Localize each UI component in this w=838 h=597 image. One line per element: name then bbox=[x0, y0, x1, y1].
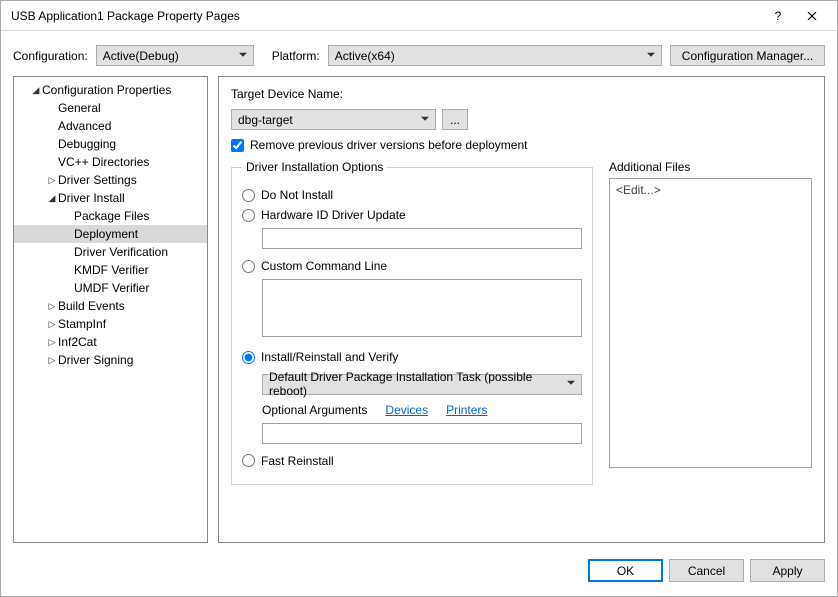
radio-do-not-install[interactable] bbox=[242, 189, 255, 202]
driver-install-options-group: Driver Installation Options Do Not Insta… bbox=[231, 160, 593, 485]
config-manager-button[interactable]: Configuration Manager... bbox=[670, 45, 825, 66]
remove-previous-label: Remove previous driver versions before d… bbox=[250, 138, 527, 152]
content-pane: Target Device Name: dbg-target ... Remov… bbox=[218, 76, 825, 543]
configuration-label: Configuration: bbox=[13, 49, 88, 63]
platform-label: Platform: bbox=[272, 49, 320, 63]
help-button[interactable]: ? bbox=[761, 5, 795, 27]
custom-cmd-textarea[interactable] bbox=[262, 279, 582, 337]
close-button[interactable] bbox=[795, 5, 829, 27]
group-legend: Driver Installation Options bbox=[242, 160, 387, 174]
radio-hwid-update[interactable] bbox=[242, 209, 255, 222]
tree-item-deployment[interactable]: Deployment bbox=[14, 225, 207, 243]
optional-args-input[interactable] bbox=[262, 423, 582, 444]
browse-target-button[interactable]: ... bbox=[442, 109, 468, 130]
radio-install-verify[interactable] bbox=[242, 351, 255, 364]
remove-previous-checkbox[interactable] bbox=[231, 139, 244, 152]
target-device-dropdown[interactable]: dbg-target bbox=[231, 109, 436, 130]
radio-fast-reinstall[interactable] bbox=[242, 454, 255, 467]
platform-dropdown[interactable]: Active(x64) bbox=[328, 45, 662, 66]
tree-item-driver-install[interactable]: ◢Driver Install bbox=[14, 189, 207, 207]
property-pages-window: USB Application1 Package Property Pages … bbox=[0, 0, 838, 597]
devices-link[interactable]: Devices bbox=[385, 403, 428, 417]
tree-item-build-events[interactable]: ▷Build Events bbox=[14, 297, 207, 315]
tree-item-stampinf[interactable]: ▷StampInf bbox=[14, 315, 207, 333]
apply-button[interactable]: Apply bbox=[750, 559, 825, 582]
dialog-footer: OK Cancel Apply bbox=[1, 551, 837, 596]
tree-item-driver-verification[interactable]: Driver Verification bbox=[14, 243, 207, 261]
tree-item-general[interactable]: General bbox=[14, 99, 207, 117]
install-task-dropdown[interactable]: Default Driver Package Installation Task… bbox=[262, 374, 582, 395]
optional-args-label: Optional Arguments bbox=[262, 403, 367, 417]
tree-item-vc-directories[interactable]: VC++ Directories bbox=[14, 153, 207, 171]
config-row: Configuration: Active(Debug) Platform: A… bbox=[1, 31, 837, 76]
additional-files-label: Additional Files bbox=[609, 160, 812, 174]
tree-root[interactable]: ◢Configuration Properties bbox=[14, 81, 207, 99]
titlebar: USB Application1 Package Property Pages … bbox=[1, 1, 837, 31]
window-title: USB Application1 Package Property Pages bbox=[11, 9, 761, 23]
tree-item-umdf-verifier[interactable]: UMDF Verifier bbox=[14, 279, 207, 297]
configuration-dropdown[interactable]: Active(Debug) bbox=[96, 45, 254, 66]
ok-button[interactable]: OK bbox=[588, 559, 663, 582]
target-label: Target Device Name: bbox=[231, 87, 812, 101]
tree-item-package-files[interactable]: Package Files bbox=[14, 207, 207, 225]
cancel-button[interactable]: Cancel bbox=[669, 559, 744, 582]
additional-files-list[interactable]: <Edit...> bbox=[609, 178, 812, 468]
tree-item-advanced[interactable]: Advanced bbox=[14, 117, 207, 135]
printers-link[interactable]: Printers bbox=[446, 403, 487, 417]
nav-tree[interactable]: ◢Configuration Properties GeneralAdvance… bbox=[13, 76, 208, 543]
tree-item-kmdf-verifier[interactable]: KMDF Verifier bbox=[14, 261, 207, 279]
hwid-input[interactable] bbox=[262, 228, 582, 249]
tree-item-inf2cat[interactable]: ▷Inf2Cat bbox=[14, 333, 207, 351]
radio-custom-cmd[interactable] bbox=[242, 260, 255, 273]
tree-item-driver-signing[interactable]: ▷Driver Signing bbox=[14, 351, 207, 369]
tree-item-driver-settings[interactable]: ▷Driver Settings bbox=[14, 171, 207, 189]
tree-item-debugging[interactable]: Debugging bbox=[14, 135, 207, 153]
